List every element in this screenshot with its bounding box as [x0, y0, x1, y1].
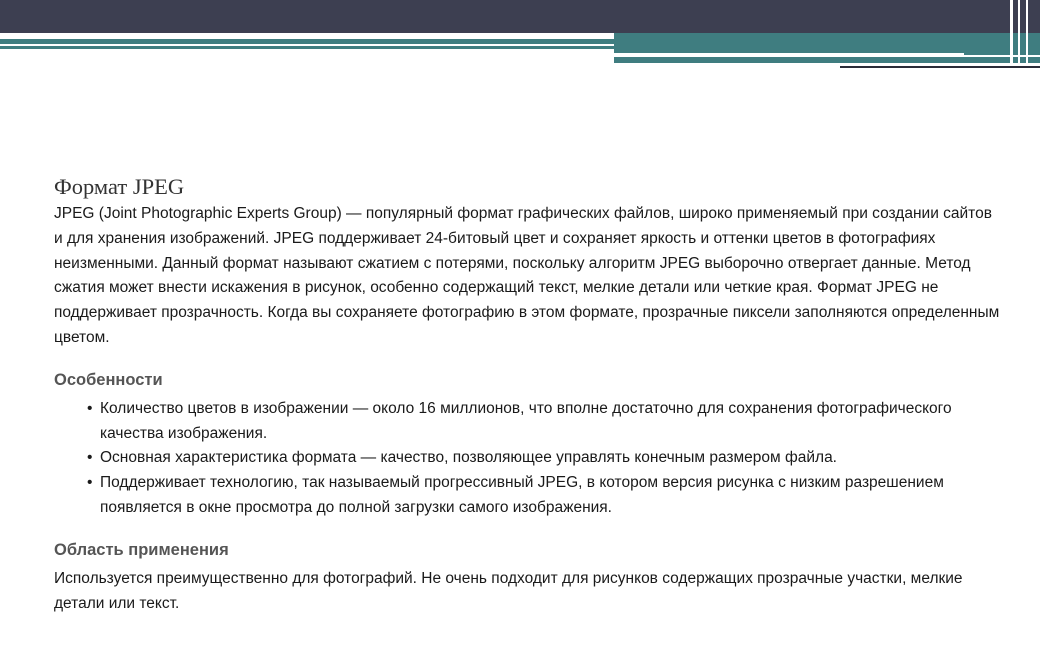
header-edge-stripe-3: [1026, 0, 1028, 64]
bullet-icon: •: [87, 474, 93, 492]
list-item: • Основная характеристика формата — качес…: [87, 446, 1004, 471]
bullet-icon: •: [87, 449, 93, 467]
features-list: • Количество цветов в изображении — около…: [54, 397, 1004, 521]
usage-paragraph: Используется преимущественно для фотогра…: [54, 569, 963, 612]
header-white-line-right: [614, 53, 964, 55]
header-teal-band-lower-left: [0, 46, 614, 49]
list-item: • Количество цветов в изображении — около…: [87, 397, 1004, 447]
bullet-icon: •: [87, 399, 93, 417]
slide-content: Формат JPEG JPEG (Joint Photographic Exp…: [54, 172, 1004, 616]
header-teal-band-right: [614, 33, 1040, 55]
slide-header-bar: [0, 0, 1040, 33]
intro-paragraph: JPEG (Joint Photographic Experts Group) …: [54, 205, 1000, 346]
header-edge-stripe-2: [1018, 0, 1020, 64]
list-item: • Поддерживает технологию, так называемый…: [87, 471, 1004, 521]
usage-heading: Область применения: [54, 540, 229, 559]
header-teal-band-right-lower: [614, 57, 1040, 63]
header-edge-stripe-1: [1010, 0, 1013, 64]
features-heading: Особенности: [54, 370, 163, 389]
slide-title: Формат JPEG: [54, 174, 185, 199]
header-dark-line-right: [840, 66, 1040, 68]
